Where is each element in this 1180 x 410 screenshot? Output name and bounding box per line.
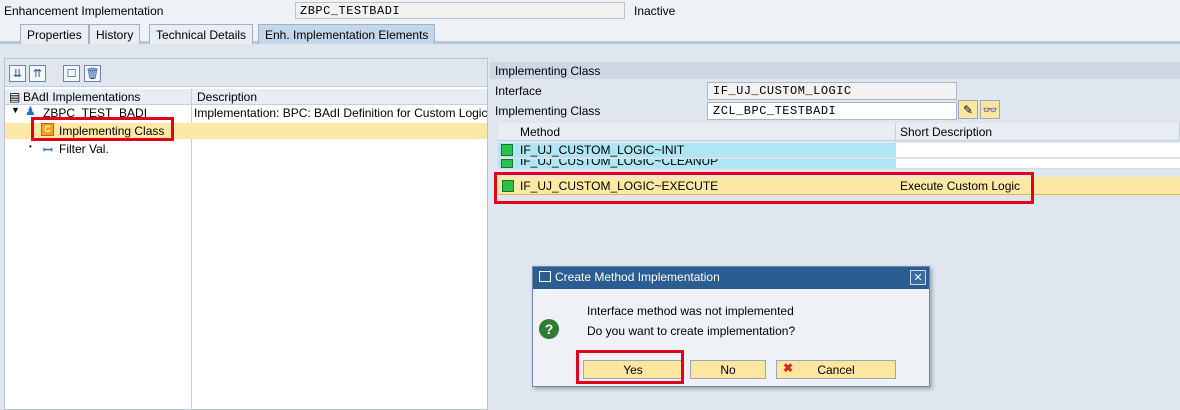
implementing-class-label: Implementing Class (495, 104, 601, 118)
tab-history[interactable]: History (89, 24, 141, 44)
enhancement-name-field[interactable]: ZBPC_TESTBADI (295, 2, 625, 19)
tree-header-description: Description (197, 90, 258, 104)
status-text: Inactive (634, 4, 676, 18)
method-row-cleanup[interactable]: IF_UJ_CUSTOM_LOGIC~CLEANUP (498, 159, 896, 169)
method-name: IF_UJ_CUSTOM_LOGIC~INIT (520, 143, 685, 157)
delete-icon[interactable]: 🗑 (84, 65, 101, 82)
interface-field[interactable]: IF_UJ_CUSTOM_LOGIC (707, 82, 957, 100)
grid-header-method: Method (498, 123, 896, 141)
tree-row-name: ZBPC_TEST_BADI (43, 106, 148, 120)
close-icon[interactable]: ✕ (910, 270, 926, 285)
cancel-x-icon: ✖ (783, 361, 794, 375)
tree-header: ▤ BAdI Implementations Description (5, 89, 487, 105)
expand-arrow-icon[interactable]: ▼ (11, 105, 20, 115)
cancel-button[interactable]: ✖ Cancel (776, 360, 896, 379)
implementation-tree-pane: ⇊ ⇈ ☐ 🗑 ▤ BAdI Implementations Descripti… (4, 58, 488, 410)
tab-enh-implementation-elements[interactable]: Enh. Implementation Elements (258, 24, 436, 44)
tree-row-implementing-class[interactable]: C Implementing Class (5, 123, 487, 139)
method-description: Execute Custom Logic (900, 179, 1021, 193)
method-name: IF_UJ_CUSTOM_LOGIC~CLEANUP (520, 159, 719, 168)
tree-row-desc: Implementation: BPC: BAdI Definition for… (194, 106, 487, 120)
cancel-label: Cancel (817, 362, 855, 377)
tree-header-name: BAdI Implementations (23, 90, 141, 104)
class-icon: C (41, 123, 54, 136)
question-icon: ? (539, 319, 559, 339)
pane-title: Implementing Class (490, 62, 1180, 79)
create-icon[interactable]: ☐ (63, 65, 80, 82)
status-lamp-icon (502, 180, 514, 192)
implementing-class-field[interactable]: ZCL_BPC_TESTBADI (707, 102, 957, 120)
header-label: Enhancement Implementation (4, 4, 164, 18)
tree-header-icon: ▤ (9, 90, 21, 104)
grid-header-short-description: Short Description (896, 123, 1180, 141)
header-bar: Enhancement Implementation ZBPC_TESTBADI… (0, 0, 1180, 22)
tab-strip: Properties History Technical Details Enh… (0, 22, 1180, 44)
interface-label: Interface (495, 84, 542, 98)
tree-bullet-icon: • (29, 142, 32, 151)
tree-row-filter-val[interactable]: • ꟷ Filter Val. (5, 141, 487, 157)
tree-row-name: Filter Val. (59, 142, 109, 156)
filter-icon: ꟷ (43, 143, 53, 157)
dialog-title: Create Method Implementation (555, 270, 720, 284)
tab-technical-details[interactable]: Technical Details (149, 24, 254, 44)
status-lamp-icon (501, 159, 513, 168)
status-lamp-icon (501, 144, 513, 156)
badi-icon: ♟ (25, 105, 36, 118)
method-row-init[interactable]: IF_UJ_CUSTOM_LOGIC~INIT (498, 143, 896, 158)
method-row-execute[interactable]: IF_UJ_CUSTOM_LOGIC~EXECUTE Execute Custo… (498, 177, 1180, 195)
expand-all-icon[interactable]: ⇊ (9, 65, 26, 82)
dialog-title-bar: Create Method Implementation (533, 267, 929, 289)
tree-row-name: Implementing Class (59, 124, 165, 138)
create-method-dialog: Create Method Implementation ✕ Interface… (532, 266, 930, 387)
dialog-message-line1: Interface method was not implemented (587, 304, 794, 318)
dialog-window-icon (539, 271, 551, 282)
tree-toolbar: ⇊ ⇈ ☐ 🗑 (5, 59, 487, 87)
method-name: IF_UJ_CUSTOM_LOGIC~EXECUTE (520, 179, 719, 193)
no-button[interactable]: No (690, 360, 766, 379)
collapse-all-icon[interactable]: ⇈ (29, 65, 46, 82)
glasses-display-icon[interactable]: 👓 (980, 100, 1000, 119)
yes-button[interactable]: Yes (583, 360, 683, 379)
method-desc-cell (896, 143, 1180, 158)
tab-properties[interactable]: Properties (20, 24, 89, 44)
method-desc-cell (896, 159, 1180, 169)
edit-pencil-icon[interactable]: ✎ (958, 100, 978, 119)
tree-row-badi[interactable]: ▼ ♟ ZBPC_TEST_BADI Implementation: BPC: … (5, 105, 487, 121)
dialog-message-line2: Do you want to create implementation? (587, 324, 796, 338)
